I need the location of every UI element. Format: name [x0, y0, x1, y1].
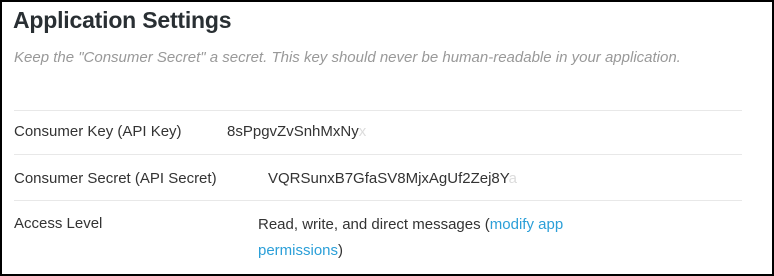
access-level-label: Access Level: [14, 215, 103, 232]
divider: [14, 154, 742, 155]
consumer-key-label: Consumer Key (API Key): [14, 123, 182, 140]
settings-panel: Application Settings Keep the "Consumer …: [0, 0, 774, 276]
access-level-suffix: ): [338, 242, 344, 259]
consumer-key-faded: x: [358, 123, 367, 140]
consumer-secret-faded: a: [508, 170, 518, 187]
page-title: Application Settings: [13, 7, 232, 33]
divider: [14, 200, 742, 201]
consumer-secret-label: Consumer Secret (API Secret): [14, 170, 217, 187]
security-note: Keep the "Consumer Secret" a secret. Thi…: [14, 49, 681, 66]
consumer-secret-visible: VQRSunxB7GfaSV8MjxAgUf2Zej8Y: [268, 170, 509, 187]
consumer-secret-value[interactable]: VQRSunxB7GfaSV8MjxAgUf2Zej8Ya: [268, 167, 517, 191]
access-level-text: Read, write, and direct messages (: [258, 216, 490, 233]
consumer-key-visible: 8sPpgvZvSnhMxNy: [227, 123, 359, 140]
divider: [14, 110, 742, 111]
consumer-key-value[interactable]: 8sPpgvZvSnhMxNyx: [227, 120, 366, 144]
access-level-value: Read, write, and direct messages (modify…: [258, 212, 638, 264]
